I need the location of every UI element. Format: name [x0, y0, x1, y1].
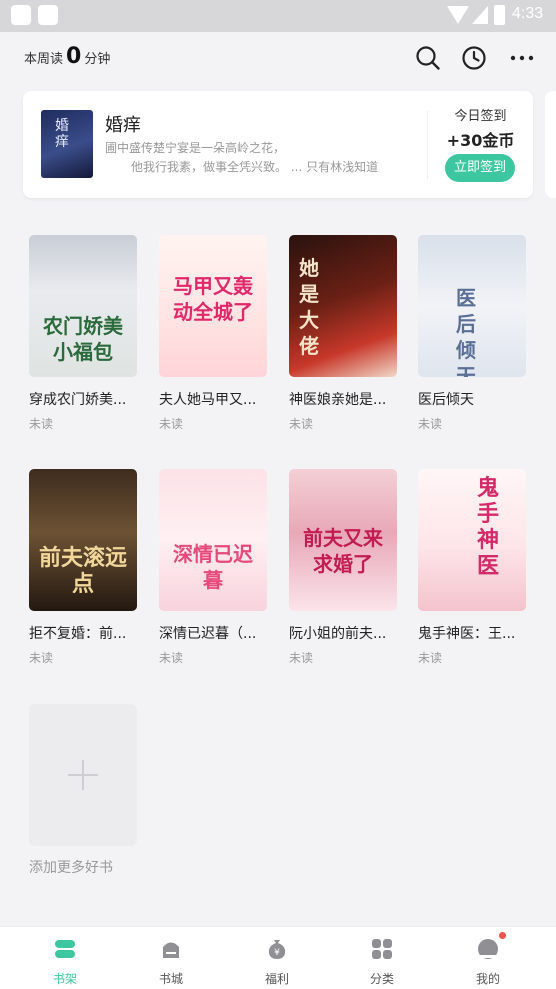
weekly-suffix: 分钟: [84, 52, 111, 67]
wifi-icon: [447, 6, 469, 24]
svg-text:¥: ¥: [274, 948, 280, 958]
clock-time: 4:33: [512, 5, 544, 22]
book-cover[interactable]: 前夫又来求婚了: [289, 469, 397, 611]
status-bar: 4:33: [0, 0, 556, 32]
tab-label: 分类: [369, 972, 394, 986]
description-line: 他我行我素，做事全凭兴致。 ... 只有林浅知道: [131, 160, 379, 174]
book-title: 穿成农门娇美...: [29, 392, 127, 408]
cover-title: 深情已迟暮: [173, 542, 253, 592]
tab-label: 书城: [158, 972, 183, 986]
signin-card[interactable]: 婚痒 婚痒 圃中盛传楚宁宴是一朵高岭之花， 他我行我素，做事全凭兴致。 ... …: [23, 91, 533, 198]
book-cover[interactable]: 前夫滚远点: [29, 469, 137, 611]
search-icon[interactable]: [414, 44, 442, 72]
next-card-peek[interactable]: [545, 91, 556, 198]
cover-title: 鬼手神医: [476, 475, 499, 579]
welfare-coin-icon: ¥: [268, 940, 286, 959]
battery-icon: [494, 5, 505, 25]
weekly-prefix: 本周读: [24, 52, 64, 67]
cover-title: 婚痒: [55, 118, 69, 150]
book-cover[interactable]: 婚痒: [41, 110, 93, 178]
book-title: 阮小姐的前夫...: [289, 626, 387, 642]
signal-icon: [472, 6, 488, 24]
book-item[interactable]: 前夫又来求婚了 阮小姐的前夫... 未读: [289, 469, 397, 666]
book-description: 圃中盛传楚宁宴是一朵高岭之花， 他我行我素，做事全凭兴致。 ... 只有林浅知道: [105, 139, 415, 177]
read-status: 未读: [29, 651, 54, 665]
tab-category[interactable]: 分类: [347, 937, 417, 987]
tab-label: 书架: [52, 972, 77, 986]
add-book-label[interactable]: 添加更多好书: [29, 857, 113, 877]
weekly-minutes: 0: [66, 44, 82, 69]
cover-title: 医后倾天: [456, 286, 476, 377]
bookstore-icon: [163, 942, 179, 958]
notification-icon: [11, 5, 31, 25]
bottom-tab-bar: 书架 书城 ¥ 福利 分类 我的: [0, 926, 556, 989]
tab-label: 我的: [475, 972, 500, 986]
book-cover[interactable]: 农门娇美小福包: [29, 235, 137, 377]
book-title: 深情已迟暮（...: [159, 626, 257, 642]
tab-bookstore[interactable]: 书城: [136, 937, 206, 987]
more-icon[interactable]: [508, 44, 536, 72]
signin-button[interactable]: 立即签到: [445, 154, 515, 182]
cover-title: 前夫滚远点: [39, 545, 128, 597]
tab-welfare[interactable]: ¥ 福利: [242, 937, 312, 987]
category-grid-icon: [372, 939, 392, 959]
book-cover[interactable]: 医后倾天: [418, 235, 526, 377]
plus-icon: [68, 774, 98, 776]
tab-label: 福利: [264, 972, 289, 986]
book-item[interactable]: 她是大佬 神医娘亲她是... 未读: [289, 235, 397, 432]
signin-label: 今日签到: [454, 109, 507, 124]
book-title: 鬼手神医：王...: [418, 626, 516, 642]
notification-icon: [38, 5, 58, 25]
book-title: 神医娘亲她是...: [289, 392, 387, 408]
notification-badge: [499, 932, 506, 939]
tab-bookshelf[interactable]: 书架: [30, 937, 100, 987]
book-cover[interactable]: 她是大佬: [289, 235, 397, 377]
tab-profile[interactable]: 我的: [453, 937, 523, 987]
book-cover[interactable]: 马甲又轰动全城了: [159, 235, 267, 377]
book-title: 婚痒: [105, 115, 141, 136]
read-status: 未读: [418, 417, 443, 431]
book-title: 夫人她马甲又...: [159, 392, 257, 408]
read-status: 未读: [289, 417, 314, 431]
cover-title: 她是大佬: [299, 256, 319, 358]
book-title: 拒不复婚：前...: [29, 626, 127, 642]
book-item[interactable]: 深情已迟暮 深情已迟暮（... 未读: [159, 469, 267, 666]
read-status: 未读: [29, 417, 54, 431]
read-status: 未读: [159, 417, 184, 431]
profile-icon: [478, 939, 498, 959]
add-book-button[interactable]: [29, 704, 137, 846]
weekly-reading-time: 本周读 0 分钟: [24, 44, 110, 69]
cover-title: 前夫又来求婚了: [303, 526, 383, 576]
cover-title: 马甲又轰动全城了: [173, 274, 253, 324]
book-item[interactable]: 马甲又轰动全城了 夫人她马甲又... 未读: [159, 235, 267, 432]
book-item[interactable]: 鬼手神医 鬼手神医：王... 未读: [418, 469, 526, 666]
book-cover[interactable]: 鬼手神医: [418, 469, 526, 611]
read-status: 未读: [159, 651, 184, 665]
book-cover[interactable]: 深情已迟暮: [159, 469, 267, 611]
signin-reward: +30金币: [446, 131, 515, 150]
read-status: 未读: [289, 651, 314, 665]
book-item[interactable]: 医后倾天 医后倾天 未读: [418, 235, 526, 432]
book-item[interactable]: 前夫滚远点 拒不复婚：前... 未读: [29, 469, 137, 666]
book-title: 医后倾天: [418, 392, 474, 408]
read-status: 未读: [418, 651, 443, 665]
book-item[interactable]: 农门娇美小福包 穿成农门娇美... 未读: [29, 235, 137, 432]
history-clock-icon[interactable]: [460, 44, 488, 72]
bookshelf-icon: [55, 940, 75, 958]
description-line: 圃中盛传楚宁宴是一朵高岭之花，: [105, 141, 286, 155]
cover-title: 农门娇美小福包: [43, 314, 123, 364]
